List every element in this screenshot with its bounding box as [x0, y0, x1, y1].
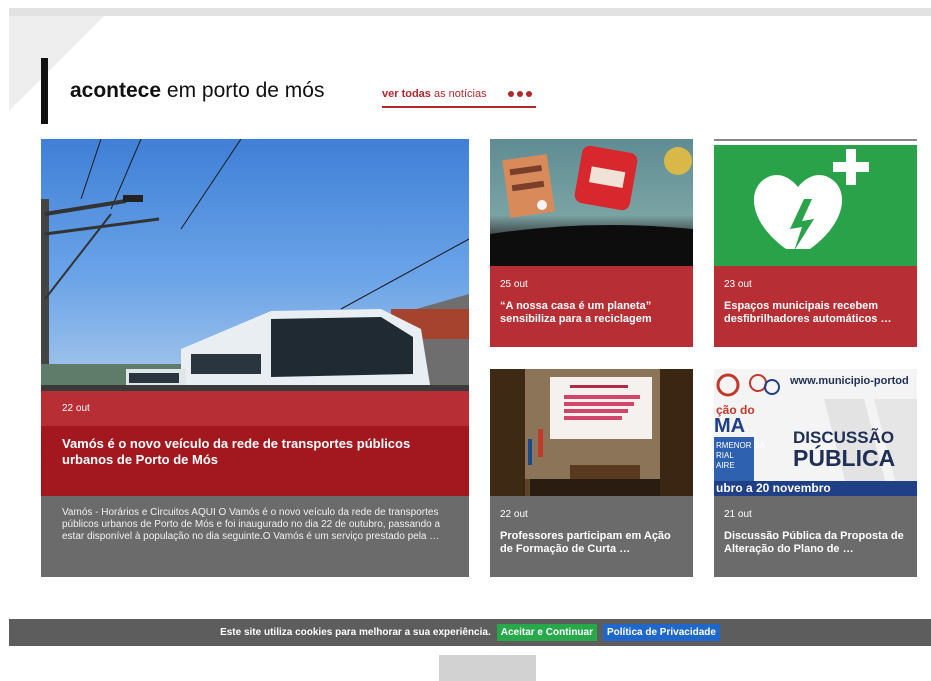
recycling-stage-photo [490, 139, 693, 266]
public-discussion-poster: www.municipio-portod ção do MA RMENOR DA… [714, 369, 917, 496]
see-all-bold: ver todas [382, 88, 431, 100]
poster-left-3: RMENOR DA [716, 441, 765, 450]
news-title: “A nossa casa é um planeta” sensibiliza … [500, 300, 652, 325]
heading-accent-bar [41, 58, 48, 124]
poster-url: www.municipio-portod [790, 375, 909, 387]
news-title: Discussão Pública da Proposta de Alteraç… [724, 530, 904, 555]
cookie-consent-bar: Este site utiliza cookies para melhorar … [9, 619, 931, 646]
poster-left-5: AIRE [716, 461, 735, 470]
news-card-defibrillators[interactable]: 23 out Espaços municipais recebem desfib… [714, 139, 917, 347]
featured-news-card[interactable]: 22 out Vamós é o novo veículo da rede de… [41, 139, 469, 577]
news-date: 25 out [500, 279, 528, 290]
see-all-rest: as notícias [433, 88, 487, 100]
heading-bold: acontece [70, 79, 162, 102]
poster-left-4: RIAL [716, 451, 734, 460]
bottom-gray-block [439, 655, 536, 681]
heading-rest: em porto de mós [166, 79, 325, 102]
poster-left-2: MA [714, 415, 746, 437]
privacy-policy-button[interactable]: Política de Privacidade [603, 624, 720, 641]
news-date: 22 out [500, 509, 528, 520]
news-title: Professores participam em Ação de Formaç… [500, 530, 671, 555]
top-divider-strip [9, 8, 931, 16]
news-card-teacher-training[interactable]: 22 out Professores participam em Ação de… [490, 369, 693, 577]
news-title: Espaços municipais recebem desfibrilhado… [724, 300, 892, 325]
bus-photo [41, 139, 469, 391]
poster-dates: ubro a 20 novembro [716, 481, 831, 495]
section-heading: acontece em porto de mós [70, 79, 324, 103]
featured-excerpt: Vamós - Horários e Circuitos AQUI O Vamó… [41, 496, 469, 577]
cookie-message: Este site utiliza cookies para melhorar … [220, 627, 491, 638]
accept-cookies-button[interactable]: Aceitar e Continuar [496, 624, 597, 641]
news-card-recycling[interactable]: 25 out “A nossa casa é um planeta” sensi… [490, 139, 693, 347]
featured-date: 22 out [41, 391, 469, 426]
news-date: 23 out [724, 279, 752, 290]
defibrillator-heart-icon [714, 139, 917, 266]
featured-title: Vamós é o novo veículo da rede de transp… [41, 426, 469, 496]
news-card-public-discussion[interactable]: www.municipio-portod ção do MA RMENOR DA… [714, 369, 917, 577]
auditorium-photo [490, 369, 693, 496]
dots-icon [508, 91, 532, 97]
poster-line-2: PÚBLICA [793, 445, 896, 471]
news-date: 21 out [724, 509, 752, 520]
see-all-news-link[interactable]: ver todas as notícias [382, 88, 536, 108]
